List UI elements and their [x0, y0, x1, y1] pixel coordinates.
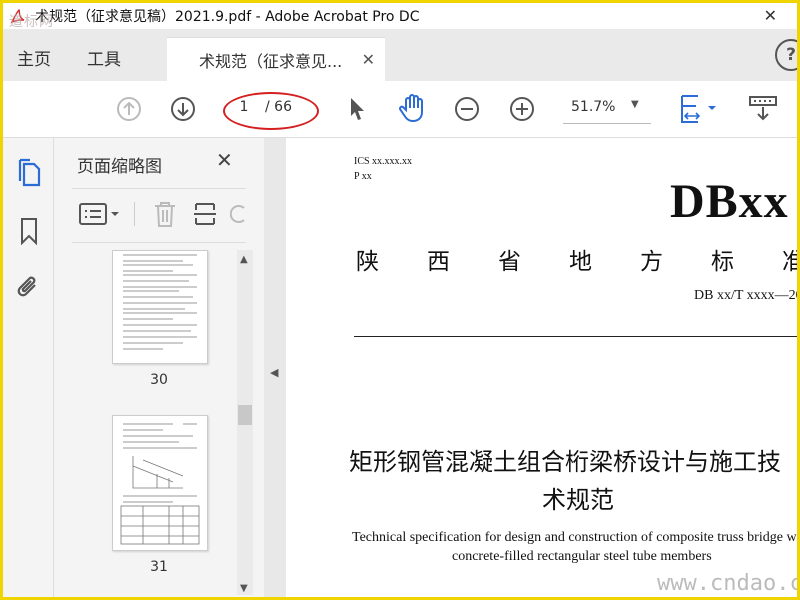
standard-number: DB xx/T xxxx—2021 — [694, 288, 797, 303]
thumbnail-preview — [120, 423, 200, 545]
window-close-button[interactable]: ✕ — [764, 6, 777, 25]
tab-bar: 主页 工具 术规范（征求意见... ✕ ? — [3, 29, 797, 82]
scroll-up-icon[interactable]: ▲ — [240, 254, 248, 265]
thumbnail-preview — [123, 254, 197, 350]
delete-page-icon[interactable] — [150, 199, 180, 229]
tools-divider — [134, 202, 135, 226]
zoom-field-underline — [563, 123, 651, 124]
panel-toolbar — [72, 196, 252, 232]
p-code: P xx — [354, 171, 372, 182]
thumbnails-panel: 页面缩略图 ✕ 30 31 ▲ ▼ — [54, 138, 265, 597]
next-page-icon[interactable] — [169, 95, 197, 123]
left-navigation-rail — [3, 138, 54, 597]
hand-tool-icon[interactable] — [397, 91, 429, 125]
zoom-dropdown-icon[interactable]: ▼ — [631, 99, 639, 110]
title-chinese-line-1: 矩形钢管混凝土组合桁梁桥设计与施工技 — [349, 448, 781, 476]
attachments-icon[interactable] — [15, 272, 43, 302]
document-tab-label: 术规范（征求意见... — [199, 52, 343, 71]
thumbnail-page-number: 31 — [150, 559, 168, 575]
panel-collapse-strip[interactable]: ◀ — [264, 138, 286, 597]
window-title: 术规范（征求意见稿）2021.9.pdf - Adobe Acrobat Pro… — [35, 9, 420, 25]
panel-divider — [72, 188, 246, 189]
panel-title: 页面缩略图 — [77, 157, 162, 177]
insert-page-icon[interactable] — [190, 199, 220, 229]
zoom-out-icon[interactable] — [453, 95, 481, 123]
document-view[interactable]: ICS xx.xxx.xx P xx DBxx 陕西省地方标准 DB xx/T … — [286, 138, 797, 597]
panel-close-button[interactable]: ✕ — [216, 148, 233, 172]
title-english-line-2: concrete-filled rectangular steel tube m… — [452, 549, 712, 564]
collapse-panel-icon[interactable]: ◀ — [270, 366, 278, 379]
scroll-mode-icon[interactable] — [743, 91, 783, 127]
document-page: ICS xx.xxx.xx P xx DBxx 陕西省地方标准 DB xx/T … — [286, 138, 797, 597]
title-bar: 术规范（征求意见稿）2021.9.pdf - Adobe Acrobat Pro… — [3, 3, 797, 29]
rotate-page-icon[interactable] — [228, 199, 248, 229]
thumbnail-page-number: 30 — [150, 372, 168, 388]
options-menu-icon[interactable] — [78, 200, 122, 228]
bookmarks-icon[interactable] — [17, 216, 41, 246]
acrobat-window: 术规范（征求意见稿）2021.9.pdf - Adobe Acrobat Pro… — [3, 3, 797, 597]
ics-code: ICS xx.xxx.xx — [354, 156, 413, 167]
main-toolbar: 1 / 66 51.7% ▼ — [3, 81, 797, 138]
panel-divider-2 — [72, 242, 246, 243]
province-standard-heading: 陕西省地方标准 — [356, 249, 797, 275]
page-thumbnails-icon[interactable] — [15, 158, 43, 188]
title-chinese-line-2: 术规范 — [542, 486, 614, 514]
scrollbar-thumb[interactable] — [238, 405, 252, 425]
watermark-bottom-right: www.cndao.com — [657, 571, 797, 596]
title-english-line-1: Technical specification for design and c… — [352, 530, 797, 545]
thumbnails-scrollbar[interactable]: ▲ ▼ — [237, 250, 253, 595]
tab-document[interactable]: 术规范（征求意见... ✕ — [167, 37, 385, 82]
document-tab-close-button[interactable]: ✕ — [362, 50, 375, 69]
previous-page-icon[interactable] — [115, 95, 143, 123]
header-rule — [354, 336, 797, 337]
zoom-level[interactable]: 51.7% — [571, 99, 615, 115]
watermark-top-left: 道标网 — [9, 14, 54, 30]
page-thumbnail[interactable] — [112, 250, 208, 364]
db-code: DBxx — [670, 175, 789, 228]
tab-tools[interactable]: 工具 — [87, 45, 121, 70]
fit-page-icon[interactable] — [675, 91, 721, 127]
scroll-down-icon[interactable]: ▼ — [240, 583, 248, 594]
select-pointer-icon[interactable] — [343, 93, 371, 125]
tab-home[interactable]: 主页 — [17, 45, 51, 70]
zoom-in-icon[interactable] — [508, 95, 536, 123]
page-thumbnail[interactable] — [112, 415, 208, 551]
help-icon[interactable]: ? — [775, 39, 797, 71]
highlight-oval — [223, 92, 319, 130]
